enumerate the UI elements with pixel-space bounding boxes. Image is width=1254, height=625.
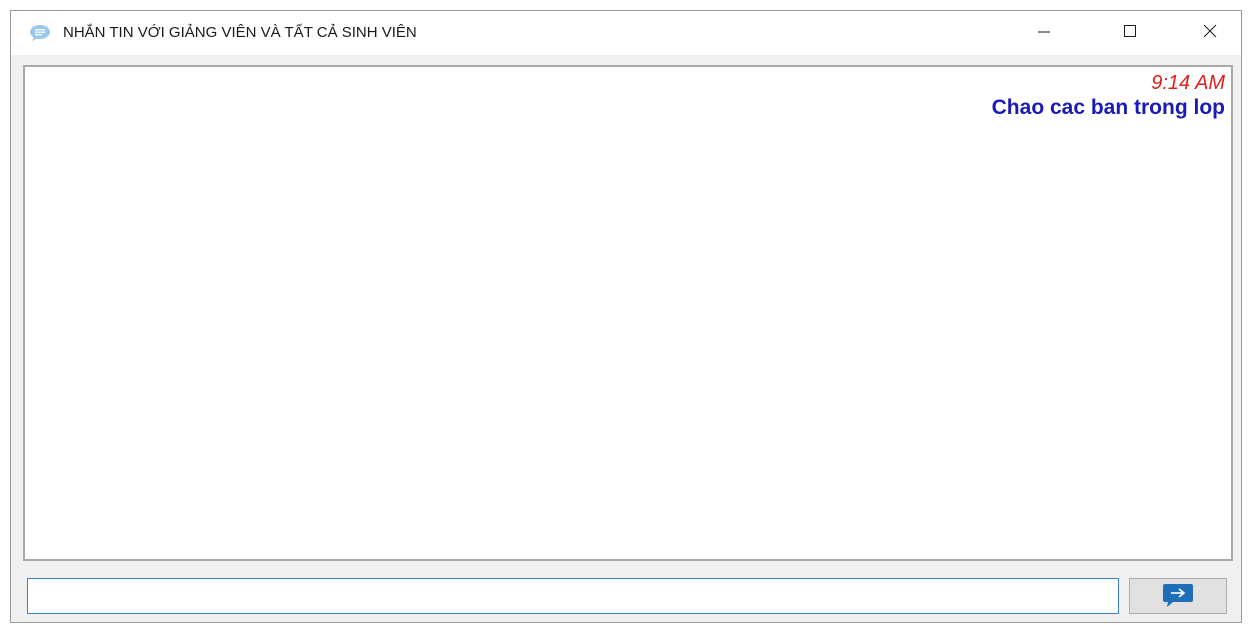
minimize-button[interactable] [1021,11,1067,55]
maximize-button[interactable] [1107,11,1153,55]
chat-history[interactable]: 9:14 AM Chao cac ban trong lop [23,65,1233,561]
message-time: 9:14 AM [1151,72,1225,94]
message-input[interactable] [27,578,1119,614]
window-title: NHẮN TIN VỚI GIẢNG VIÊN VÀ TẤT CẢ SINH V… [63,24,417,41]
chat-window: NHẮN TIN VỚI GIẢNG VIÊN VÀ TẤT CẢ SINH V… [10,10,1242,623]
message-text: Chao cac ban trong lop [991,96,1225,119]
chat-bubble-icon [29,24,51,42]
chat-message: 9:14 AM Chao cac ban trong lop [992,71,1225,121]
send-arrow-icon [1161,582,1195,611]
title-bar[interactable]: NHẮN TIN VỚI GIẢNG VIÊN VÀ TẤT CẢ SINH V… [11,11,1241,55]
close-button[interactable] [1187,11,1233,55]
minimize-icon [1037,24,1051,43]
send-button[interactable] [1129,578,1227,614]
close-icon [1203,24,1217,43]
maximize-icon [1123,24,1137,43]
